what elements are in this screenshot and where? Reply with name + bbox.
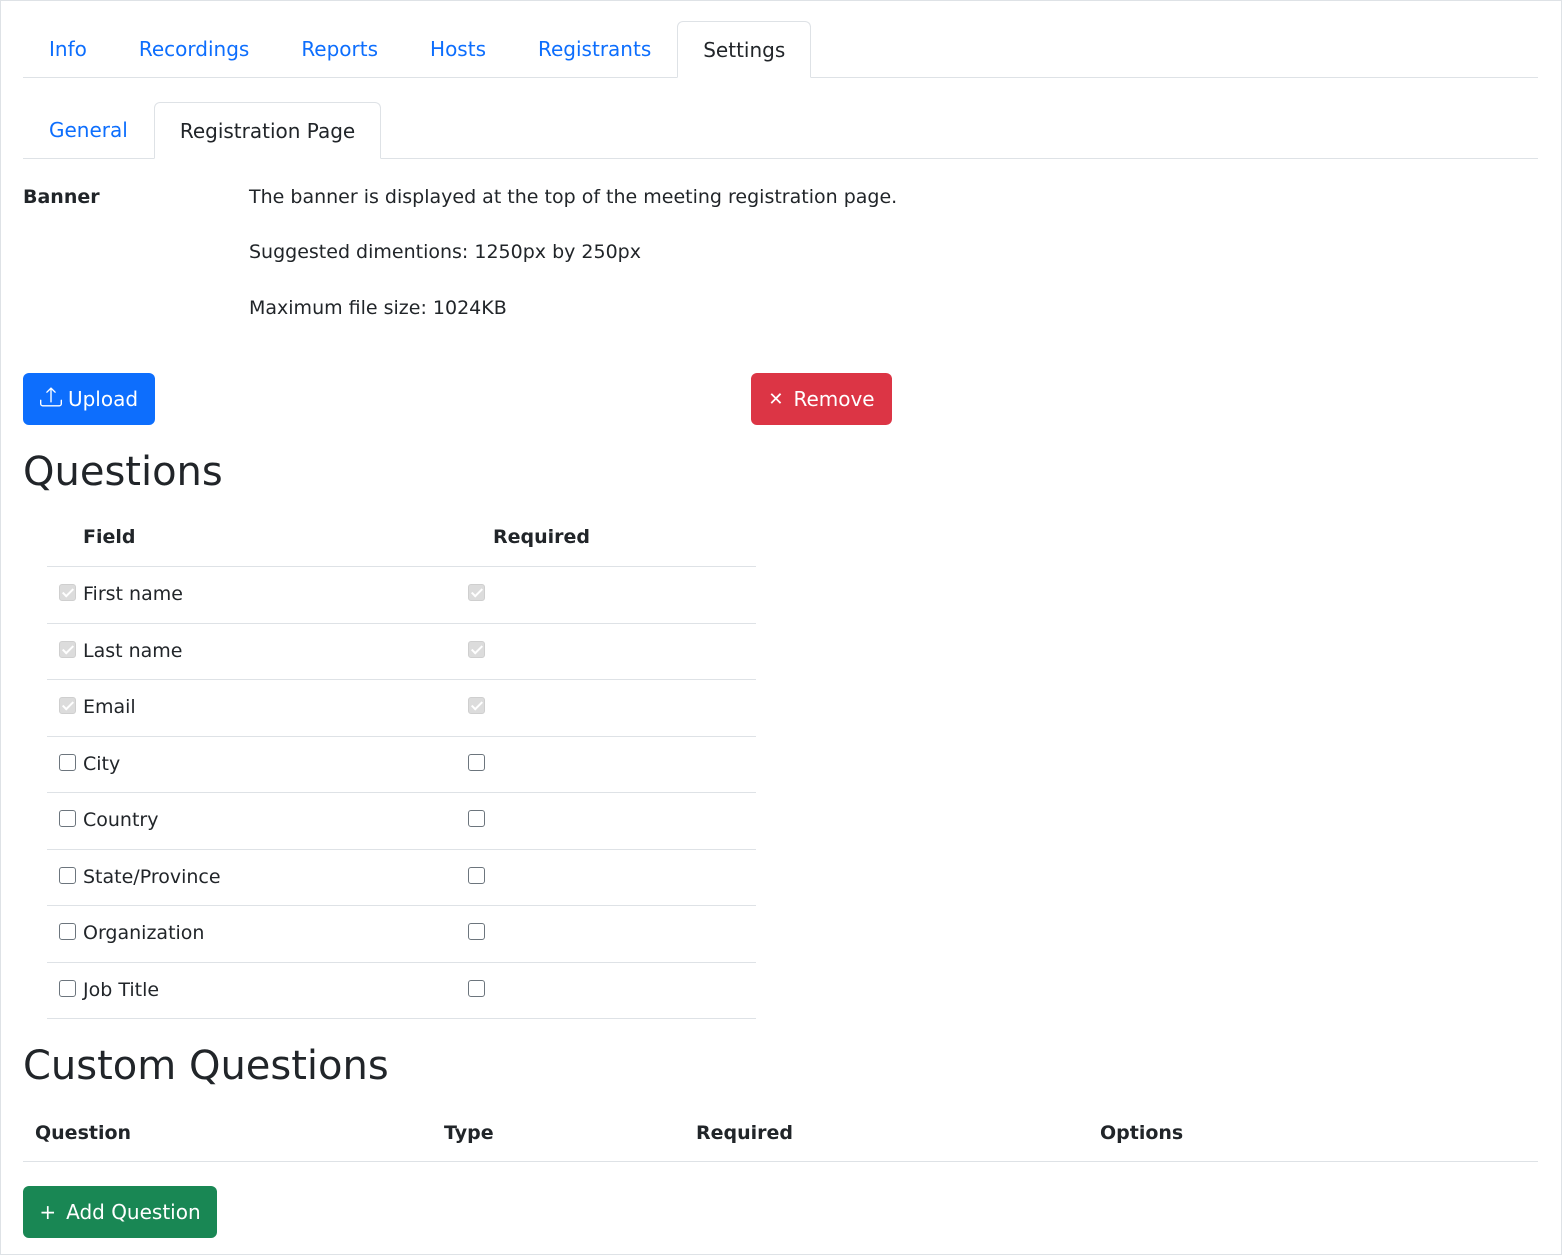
banner-dimensions: Suggested dimentions: 1250px by 250px: [249, 241, 641, 263]
tab-registration-page[interactable]: Registration Page: [153, 102, 382, 159]
upload-button[interactable]: Upload: [23, 373, 155, 425]
field-required-checkbox[interactable]: [468, 866, 485, 884]
header-required: Required: [493, 526, 591, 548]
table-row: First name: [47, 567, 756, 624]
tab-info[interactable]: Info: [23, 21, 113, 77]
questions-header-row: Field Required: [47, 510, 756, 567]
header-type: Type: [444, 1122, 494, 1144]
field-required-checkbox: [468, 584, 485, 601]
field-enabled-checkbox: [59, 697, 76, 714]
field-label: Organization: [83, 922, 205, 944]
main-tabs: Info Recordings Reports Hosts Registrant…: [23, 21, 1538, 78]
header-question: Question: [35, 1122, 132, 1144]
tab-settings[interactable]: Settings: [677, 21, 812, 78]
tab-recordings[interactable]: Recordings: [113, 21, 275, 77]
custom-questions-title: Custom Questions: [23, 1043, 389, 1089]
table-row: Last name: [47, 624, 756, 680]
table-row: State/Province: [47, 850, 756, 906]
tab-general[interactable]: General: [23, 102, 154, 158]
close-icon: ✕: [768, 388, 784, 410]
field-enabled-checkbox[interactable]: [59, 979, 76, 997]
table-row: Country: [47, 793, 756, 850]
field-required-checkbox[interactable]: [468, 979, 485, 997]
questions-table: Field Required First name Last name Email C…: [47, 510, 756, 1019]
table-row: Organization: [47, 906, 756, 963]
field-label: Country: [83, 809, 159, 831]
header-options: Options: [1100, 1122, 1184, 1144]
tab-hosts[interactable]: Hosts: [404, 21, 512, 77]
table-row: City: [47, 737, 756, 793]
banner-label: Banner: [23, 186, 100, 208]
add-question-label: Add Question: [66, 1200, 201, 1224]
field-label: City: [83, 752, 121, 775]
add-question-button[interactable]: + Add Question: [23, 1186, 217, 1238]
field-enabled-checkbox[interactable]: [59, 923, 76, 940]
banner-max-size: Maximum file size: 1024KB: [249, 297, 507, 319]
field-label: Email: [83, 696, 136, 718]
custom-questions-header-row: Question Type Required Options: [23, 1105, 1538, 1162]
field-label: Job Title: [83, 978, 160, 1001]
field-enabled-checkbox: [59, 640, 76, 658]
settings-subtabs: General Registration Page: [23, 102, 1538, 159]
remove-button[interactable]: ✕ Remove: [751, 373, 892, 425]
header-field: Field: [83, 526, 136, 548]
table-row: Job Title: [47, 963, 756, 1019]
field-required-checkbox[interactable]: [468, 923, 485, 940]
upload-icon: [39, 386, 62, 413]
field-label: State/Province: [83, 865, 221, 888]
field-label: First name: [83, 583, 183, 605]
upload-label: Upload: [67, 387, 139, 411]
tab-registrants[interactable]: Registrants: [512, 21, 677, 77]
plus-icon: +: [39, 1200, 57, 1224]
questions-title: Questions: [23, 449, 223, 495]
field-enabled-checkbox[interactable]: [59, 753, 76, 771]
field-required-checkbox: [468, 640, 485, 658]
tab-reports[interactable]: Reports: [275, 21, 404, 77]
field-required-checkbox: [468, 697, 485, 714]
table-row: Email: [47, 680, 756, 737]
remove-label: Remove: [793, 387, 875, 411]
banner-description: The banner is displayed at the top of th…: [249, 186, 898, 208]
header-required: Required: [696, 1122, 794, 1144]
field-required-checkbox[interactable]: [468, 753, 485, 771]
field-label: Last name: [83, 639, 183, 662]
field-enabled-checkbox[interactable]: [59, 810, 76, 827]
field-enabled-checkbox[interactable]: [59, 866, 76, 884]
field-required-checkbox[interactable]: [468, 810, 485, 827]
field-enabled-checkbox: [59, 584, 76, 601]
